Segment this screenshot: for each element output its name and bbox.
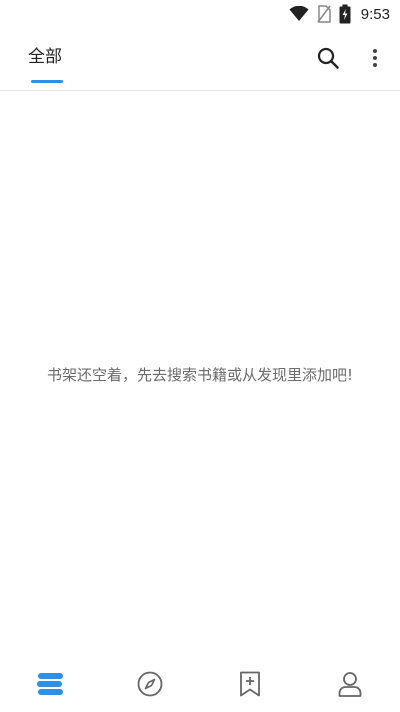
top-bar: 全部 xyxy=(0,28,400,91)
search-button[interactable] xyxy=(315,45,341,71)
compass-icon xyxy=(137,671,163,697)
status-time: 9:53 xyxy=(360,5,390,23)
bookmark-add-icon xyxy=(240,671,260,697)
user-icon xyxy=(338,672,362,697)
bookshelf-icon xyxy=(37,673,63,695)
nav-profile[interactable] xyxy=(325,664,375,704)
more-vertical-icon xyxy=(373,49,377,67)
nav-bookshelf[interactable] xyxy=(25,664,75,704)
empty-state-message: 书架还空着，先去搜索书籍或从发现里添加吧! xyxy=(46,366,353,384)
more-button[interactable] xyxy=(365,45,385,71)
search-icon xyxy=(317,47,339,69)
tab-indicator xyxy=(31,80,63,83)
tab-all[interactable]: 全部 xyxy=(28,42,62,67)
battery-charging-icon xyxy=(339,4,351,24)
nav-bookmarks[interactable] xyxy=(225,664,275,704)
nav-discover[interactable] xyxy=(125,664,175,704)
app-screen: 9:53 全部 书架还空着，先去搜索书籍或从发现里添加吧! xyxy=(0,0,400,712)
status-bar: 9:53 xyxy=(0,0,400,28)
no-sim-icon xyxy=(317,5,331,23)
wifi-icon xyxy=(289,6,309,22)
bottom-nav xyxy=(0,656,400,712)
